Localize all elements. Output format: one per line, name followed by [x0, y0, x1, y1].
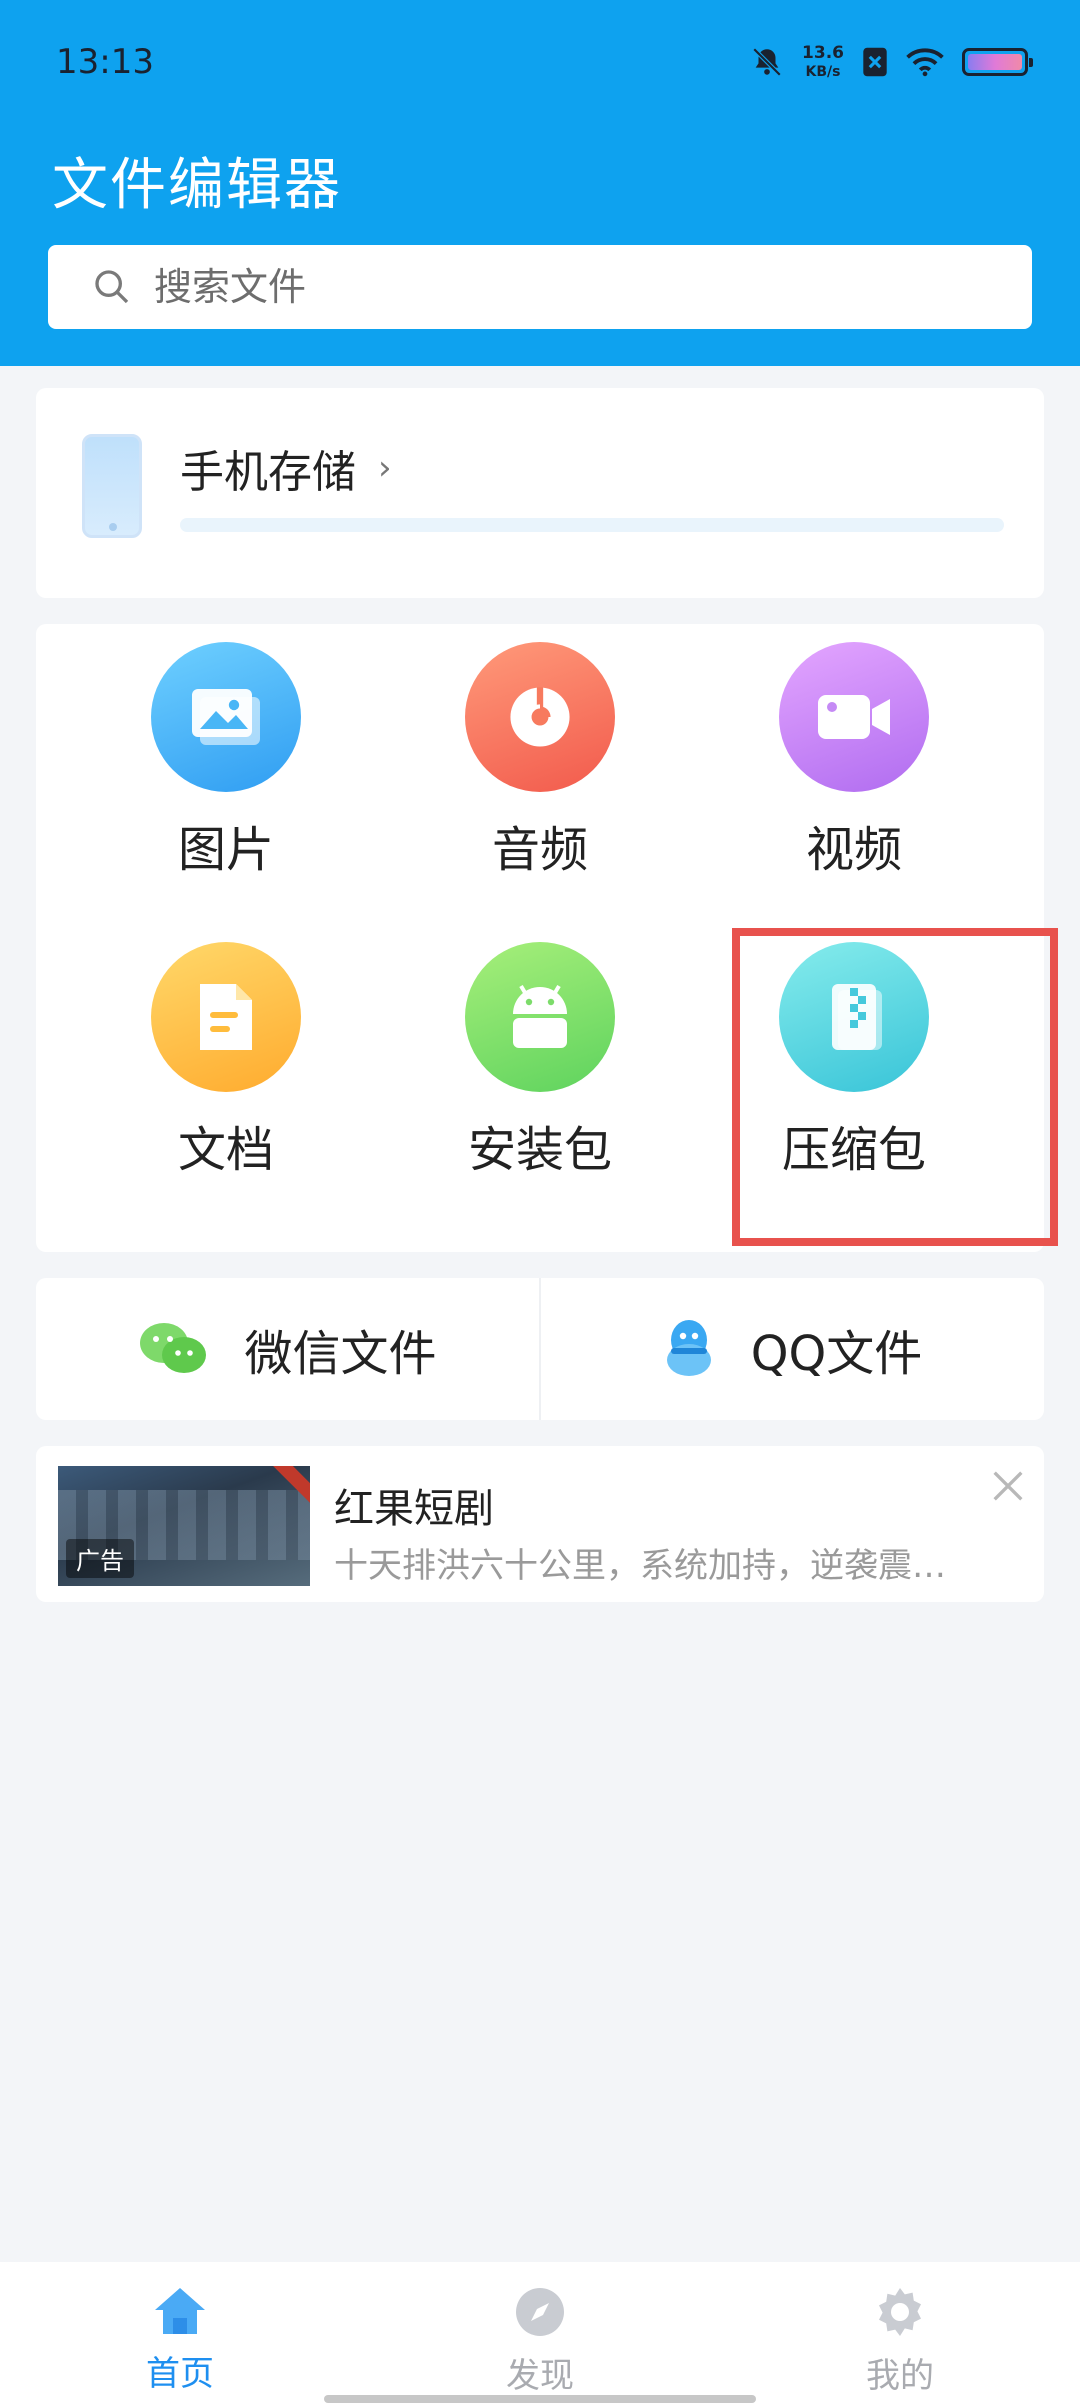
- sim-x-icon: [863, 47, 887, 77]
- ad-banner[interactable]: 广告 红果短剧 十天排洪六十公里，系统加持，逆袭震…: [36, 1446, 1044, 1602]
- status-bar: 13:13 13.6 KB/s: [0, 0, 1080, 125]
- highlight-box: [732, 928, 1058, 1246]
- close-icon[interactable]: [988, 1466, 1028, 1506]
- category-label: 视频: [805, 822, 902, 878]
- compass-icon: [516, 2288, 564, 2336]
- storage-progress-bar: [180, 518, 1004, 532]
- ad-title: 红果短剧: [334, 1486, 494, 1532]
- ad-description: 十天排洪六十公里，系统加持，逆袭震…: [334, 1546, 946, 1586]
- net-speed: 13.6 KB/s: [802, 43, 844, 80]
- home-icon: [155, 2288, 205, 2334]
- battery-icon: [962, 48, 1033, 76]
- home-indicator: [324, 2395, 756, 2403]
- category-documents[interactable]: 文档: [76, 942, 376, 1180]
- image-icon: [151, 642, 301, 792]
- app-header: 13:13 13.6 KB/s 文件编辑器: [0, 0, 1080, 366]
- storage-label: 手机存储: [180, 447, 356, 498]
- document-icon: [151, 942, 301, 1092]
- category-images[interactable]: 图片: [76, 642, 376, 880]
- storage-title: 手机存储 ›: [180, 436, 392, 500]
- net-speed-unit: KB/s: [805, 64, 841, 80]
- wechat-files-label: 微信文件: [244, 1326, 437, 1382]
- nav-profile[interactable]: 我的: [720, 2262, 1080, 2408]
- category-label: 文档: [177, 1122, 274, 1178]
- search-input[interactable]: [154, 265, 954, 309]
- video-camera-icon: [779, 642, 929, 792]
- nav-home[interactable]: 首页: [0, 2262, 360, 2408]
- category-label: 安装包: [467, 1122, 612, 1178]
- category-apk[interactable]: 安装包: [390, 942, 690, 1180]
- search-bar[interactable]: [48, 245, 1032, 329]
- app-files-card: 微信文件 QQ文件: [36, 1278, 1044, 1420]
- net-speed-value: 13.6: [802, 43, 844, 63]
- gear-icon: [879, 2288, 921, 2336]
- chevron-right-icon: ›: [378, 448, 392, 488]
- app-title: 文件编辑器: [52, 153, 342, 218]
- category-label: 图片: [177, 822, 274, 878]
- wechat-files-button[interactable]: 微信文件: [36, 1278, 539, 1420]
- nav-discover[interactable]: 发现: [360, 2262, 720, 2408]
- category-video[interactable]: 视频: [704, 642, 1004, 880]
- ad-tag: 广告: [66, 1539, 134, 1578]
- nav-label-home: 首页: [146, 2354, 214, 2394]
- search-icon: [95, 270, 129, 304]
- ad-thumbnail: 广告: [58, 1466, 310, 1586]
- qq-penguin-icon: [666, 1320, 711, 1376]
- status-icons: 13.6 KB/s: [750, 40, 1033, 84]
- status-time: 13:13: [56, 42, 154, 82]
- android-icon: [465, 942, 615, 1092]
- nav-label-discover: 发现: [506, 2356, 574, 2396]
- phone-icon: [82, 434, 142, 538]
- category-audio[interactable]: 音频: [390, 642, 690, 880]
- wechat-icon: [140, 1323, 207, 1373]
- wifi-icon: [906, 48, 944, 77]
- qq-files-label: QQ文件: [750, 1326, 923, 1382]
- nav-label-profile: 我的: [866, 2356, 934, 2396]
- phone-storage-card[interactable]: 手机存储 ›: [36, 388, 1044, 598]
- music-disc-icon: [465, 642, 615, 792]
- category-label: 音频: [491, 822, 588, 878]
- bell-muted-icon: [752, 47, 782, 77]
- qq-files-button[interactable]: QQ文件: [541, 1278, 1044, 1420]
- bottom-nav: 首页 发现 我的: [0, 2262, 1080, 2408]
